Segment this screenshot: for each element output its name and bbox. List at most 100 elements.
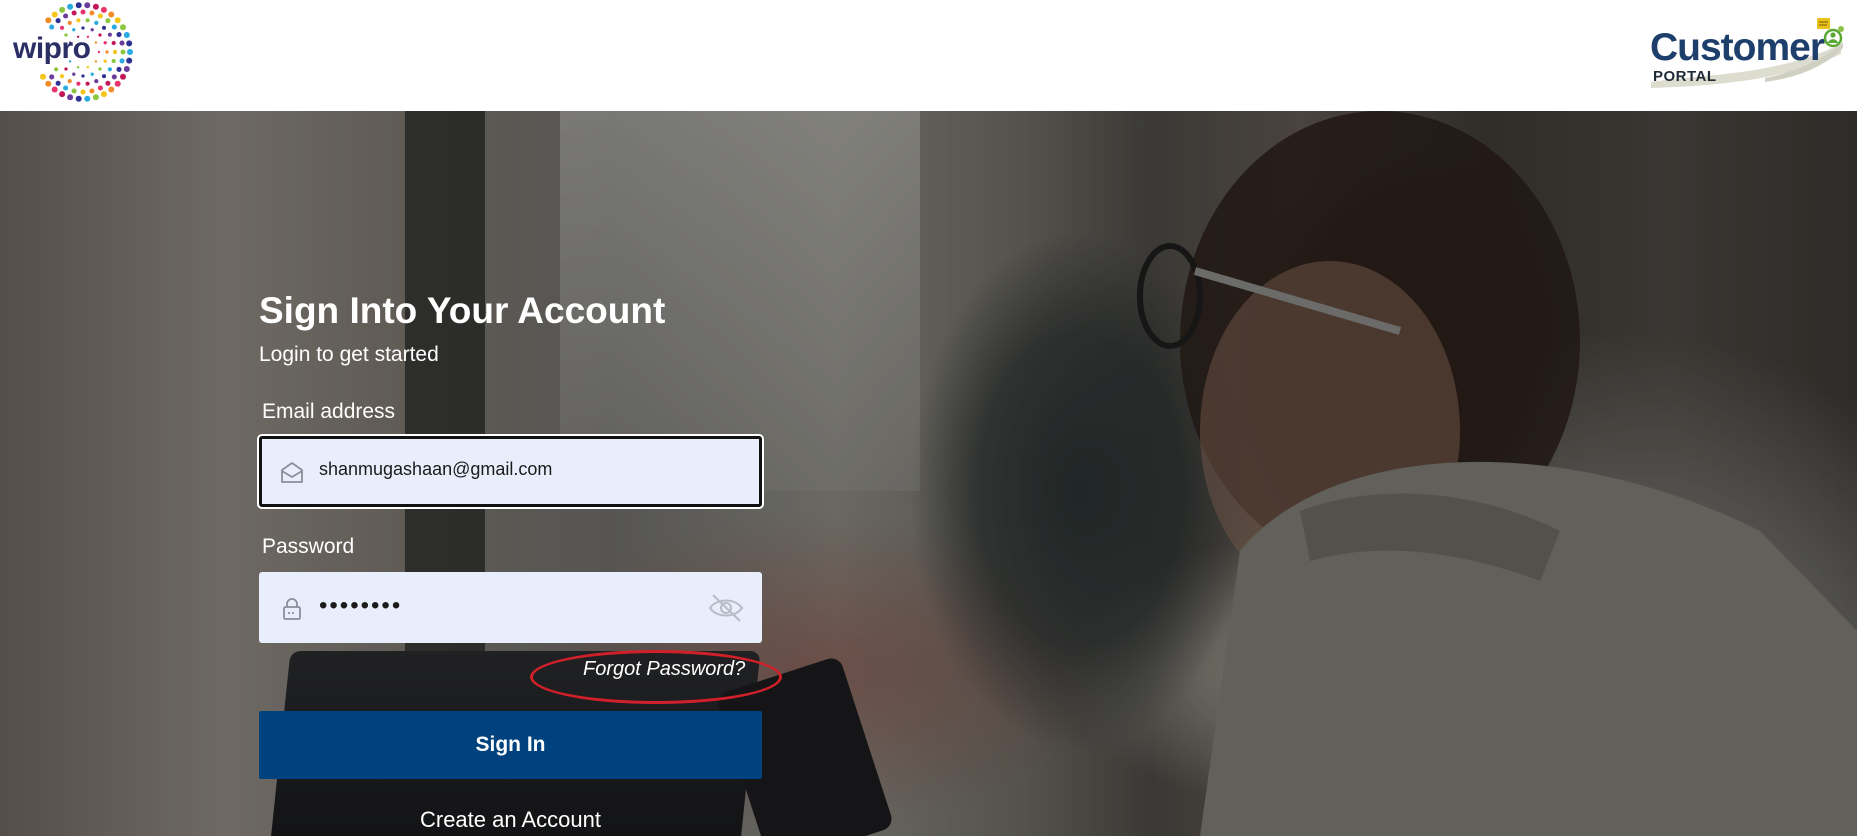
wipro-logo-dot — [101, 25, 107, 30]
portal-logo-subtitle: PORTAL — [1653, 68, 1717, 85]
wipro-logo-dot — [75, 2, 82, 9]
wipro-logo-dot — [72, 28, 76, 32]
wipro-logo-dot — [71, 88, 77, 94]
wipro-logo-dot — [84, 2, 91, 9]
wipro-logo-dot — [67, 20, 72, 25]
wipro-logo-dot — [59, 25, 65, 30]
password-value: •••••••• — [319, 592, 403, 619]
wipro-logo-dot — [123, 66, 130, 72]
wipro-logo-dot — [51, 11, 58, 18]
password-field[interactable]: •••••••• — [259, 572, 762, 643]
wipro-logo-dot — [98, 33, 102, 37]
wipro-logo-dot — [108, 86, 115, 93]
password-label: Password — [262, 535, 355, 558]
wipro-logo-dot — [97, 50, 101, 54]
wipro-logo-dot — [55, 80, 61, 86]
wipro-logo-dot — [89, 88, 95, 94]
wipro-logo-dot — [55, 18, 61, 24]
wipro-logo-dot — [123, 32, 130, 38]
wipro-logo-dot — [67, 3, 74, 10]
wipro-logo-dot — [63, 13, 69, 19]
wipro-logo-dot — [126, 40, 133, 47]
wipro-logo-dot — [119, 58, 125, 64]
wipro-logo-dot — [81, 26, 85, 30]
wipro-logo-dot — [94, 79, 99, 84]
wipro-logo-dot — [80, 9, 86, 15]
forgot-password-link[interactable]: Forgot Password? — [583, 658, 745, 681]
wipro-logo-dot — [100, 6, 107, 13]
wipro-logo-dot — [105, 80, 111, 86]
wipro-logo-dot — [85, 81, 90, 86]
wipro-logo-dot — [84, 95, 91, 102]
wipro-logo-dot — [59, 6, 66, 13]
wipro-logo-dot — [111, 58, 116, 64]
wipro-logo-dot — [90, 72, 94, 76]
wipro-logo-dot — [75, 95, 82, 102]
wipro-logo-dot — [98, 67, 102, 71]
wipro-logo-text: wipro — [13, 32, 91, 65]
wipro-logo-dot — [116, 32, 122, 38]
envelope-icon — [281, 462, 303, 483]
wipro-logo-dot — [114, 80, 121, 87]
wipro-logo-dot — [94, 20, 99, 25]
wipro-logo-dot — [116, 66, 122, 72]
wipro-logo-dot — [40, 73, 46, 80]
wipro-logo-dot — [120, 24, 126, 31]
wipro-logo-dot — [111, 40, 116, 46]
wipro-logo-dot — [59, 74, 65, 79]
wipro-logo-dot — [59, 91, 66, 98]
wipro-logo-dot — [71, 10, 77, 16]
wipro-logo-dot — [127, 49, 133, 55]
portal-badge-icon — [1817, 18, 1844, 48]
wipro-logo-dot — [105, 50, 109, 54]
wipro-logo-dot — [72, 72, 76, 76]
wipro-logo-dot — [54, 67, 59, 72]
wipro-logo-dot — [105, 18, 111, 24]
wipro-logo-dot — [119, 40, 125, 46]
wipro-logo-dot — [49, 24, 55, 30]
wipro-logo[interactable]: wipro — [10, 2, 145, 102]
sign-in-button[interactable]: Sign In — [259, 711, 762, 779]
wipro-logo-dot — [89, 10, 95, 16]
wipro-logo-dot — [103, 59, 107, 63]
wipro-logo-dot — [64, 67, 68, 71]
wipro-logo-dot — [67, 94, 74, 101]
wipro-logo-dot — [90, 28, 94, 32]
wipro-logo-dot — [94, 41, 98, 44]
login-title: Sign Into Your Account — [259, 290, 666, 331]
wipro-logo-dot — [100, 91, 107, 98]
wipro-logo-dot — [76, 66, 80, 69]
lock-icon — [283, 598, 301, 620]
wipro-logo-dot — [120, 73, 126, 80]
portal-logo-title: Customer — [1650, 26, 1825, 69]
create-account-link[interactable]: Create an Account — [259, 807, 762, 833]
wipro-logo-dot — [81, 74, 85, 78]
wipro-logo-dot — [67, 79, 72, 84]
wipro-logo-dot — [108, 11, 115, 18]
wipro-logo-dot — [107, 67, 112, 72]
login-subtitle: Login to get started — [259, 343, 439, 366]
wipro-logo-dot — [97, 13, 103, 19]
wipro-logo-dot — [80, 89, 86, 95]
wipro-logo-dot — [45, 17, 52, 24]
wipro-logo-dot — [45, 80, 52, 87]
wipro-logo-dot — [86, 66, 90, 69]
wipro-logo-dot — [92, 94, 99, 101]
email-label: Email address — [262, 400, 396, 423]
wipro-logo-dot — [112, 49, 118, 55]
wipro-logo-dot — [76, 81, 81, 86]
wipro-logo-dot — [111, 74, 117, 80]
wipro-logo-dot — [126, 57, 133, 64]
wipro-logo-dot — [111, 24, 117, 30]
wipro-logo-dot — [92, 3, 99, 10]
customer-portal-logo[interactable]: Customer PORTAL — [1645, 14, 1845, 94]
email-field[interactable]: shanmugashaan@gmail.com — [259, 436, 762, 507]
wipro-logo-dot — [85, 18, 90, 23]
page-header: wipro Customer PORTAL — [0, 0, 1857, 111]
wipro-logo-dot — [51, 86, 58, 93]
wipro-logo-dot — [49, 74, 55, 80]
wipro-logo-dot — [76, 18, 81, 23]
wipro-logo-dot — [63, 85, 69, 91]
eye-slash-icon[interactable] — [707, 590, 745, 626]
wipro-logo-dot — [94, 60, 98, 63]
